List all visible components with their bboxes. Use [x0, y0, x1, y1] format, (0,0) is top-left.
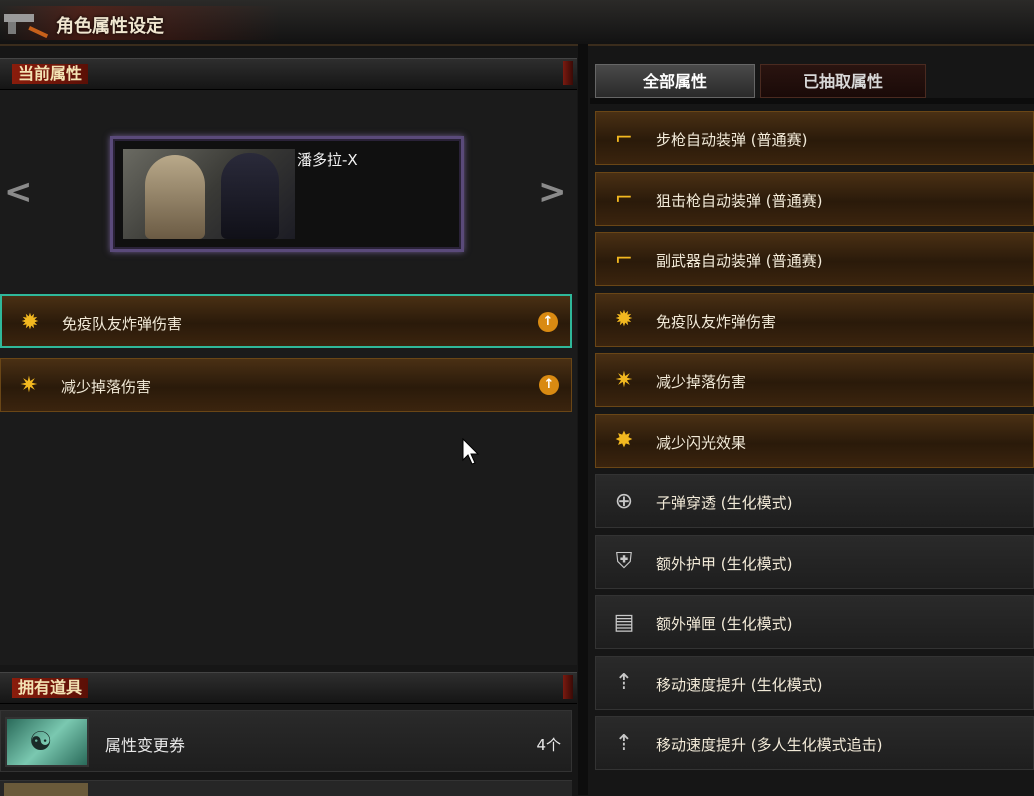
item-name: 属性变更券 — [105, 736, 186, 755]
attribute-row[interactable]: ⊕ 子弹穿透 (生化模式) — [595, 474, 1034, 528]
tab-all-attributes[interactable]: 全部属性 — [595, 64, 755, 98]
attribute-label: 额外弹匣 (生化模式) — [656, 615, 793, 633]
header-cap — [563, 675, 573, 699]
item-row[interactable]: ☯ 属性变更券 4个 — [0, 710, 572, 772]
attribute-row[interactable]: ✹ 免疫队友炸弹伤害 — [595, 292, 1034, 347]
ticket-icon: ☯ — [5, 717, 89, 767]
header-cap — [563, 61, 573, 85]
attribute-label: 减少闪光效果 — [656, 433, 747, 452]
upgrade-icon[interactable]: ↑ — [539, 375, 559, 395]
current-attributes-header: 当前属性 — [0, 58, 577, 90]
portrait-figure-left — [145, 155, 205, 239]
next-character-arrow[interactable]: > — [538, 172, 567, 212]
fall-damage-icon: ✷ — [19, 372, 39, 398]
attribute-row[interactable]: ⌐ 副武器自动装弹 (普通赛) — [595, 232, 1034, 286]
crosshair-icon: ⊕ — [614, 488, 634, 514]
gun-icon — [4, 14, 49, 38]
attribute-row[interactable]: ⇡ 移动速度提升 (生化模式) — [595, 655, 1034, 710]
attribute-row[interactable]: ⛨ 额外护甲 (生化模式) — [595, 534, 1034, 589]
speed-icon: ⇡ — [614, 670, 634, 695]
attribute-label: 狙击枪自动装弹 (普通赛) — [656, 191, 823, 210]
item-thumb — [4, 783, 88, 796]
fall-damage-icon: ✷ — [614, 367, 634, 393]
attribute-row[interactable]: ⌐ 狙击枪自动装弹 (普通赛) — [595, 171, 1034, 226]
portrait-figure-right — [221, 153, 279, 239]
items-title: 拥有道具 — [12, 678, 89, 698]
current-attribute-row[interactable]: ✹ 免疫队友炸弹伤害 ↑ — [0, 294, 572, 348]
attribute-label: 减少掉落伤害 — [656, 373, 747, 391]
attribute-row[interactable]: ▤ 额外弹匣 (生化模式) — [595, 595, 1034, 649]
attribute-label: 移动速度提升 (多人生化模式追击) — [656, 736, 883, 754]
attribute-row[interactable]: ⌐ 步枪自动装弹 (普通赛) — [595, 111, 1034, 165]
upgrade-icon[interactable]: ↑ — [538, 312, 558, 332]
mouse-cursor-icon — [462, 438, 480, 465]
rifle-reload-icon: ⌐ — [614, 125, 634, 151]
item-row[interactable] — [0, 780, 572, 796]
speed-icon: ⇡ — [614, 730, 634, 756]
current-attribute-row[interactable]: ✷ 减少掉落伤害 ↑ — [0, 358, 572, 412]
current-attribute-label: 减少掉落伤害 — [61, 378, 152, 396]
attribute-label: 步枪自动装弹 (普通赛) — [656, 131, 808, 149]
current-attributes-title: 当前属性 — [12, 64, 89, 84]
bomb-burst-icon: ✹ — [614, 307, 634, 332]
item-count: 4个 — [536, 736, 561, 754]
attribute-label: 额外护甲 (生化模式) — [656, 554, 793, 573]
tab-drawn-attributes[interactable]: 已抽取属性 — [760, 64, 926, 98]
attribute-label: 副武器自动装弹 (普通赛) — [656, 252, 823, 270]
attribute-label: 子弹穿透 (生化模式) — [656, 494, 793, 512]
pistol-reload-icon: ⌐ — [614, 246, 634, 272]
window-titlebar: 角色属性设定 — [0, 0, 1034, 46]
attribute-row[interactable]: ✷ 减少掉落伤害 — [595, 353, 1034, 407]
panel-separator — [578, 44, 588, 795]
armor-icon: ⛨ — [615, 549, 633, 574]
magazine-icon: ▤ — [613, 609, 635, 635]
attribute-row[interactable]: ⇡ 移动速度提升 (多人生化模式追击) — [595, 716, 1034, 770]
prev-character-arrow[interactable]: < — [4, 172, 33, 212]
current-attribute-label: 免疫队友炸弹伤害 — [62, 315, 183, 333]
character-card[interactable]: 潘多拉-X — [110, 136, 464, 252]
items-header: 拥有道具 — [0, 672, 577, 704]
character-portrait — [123, 149, 295, 239]
attribute-row[interactable]: ✸ 减少闪光效果 — [595, 413, 1034, 468]
attribute-label: 免疫队友炸弹伤害 — [656, 312, 777, 331]
flash-icon: ✸ — [614, 428, 634, 453]
character-name: 潘多拉-X — [297, 151, 358, 169]
window-title: 角色属性设定 — [56, 16, 164, 37]
bomb-burst-icon: ✹ — [20, 309, 40, 335]
attribute-label: 移动速度提升 (生化模式) — [656, 675, 823, 694]
tab-underline — [590, 98, 1034, 104]
sniper-reload-icon: ⌐ — [614, 186, 634, 211]
